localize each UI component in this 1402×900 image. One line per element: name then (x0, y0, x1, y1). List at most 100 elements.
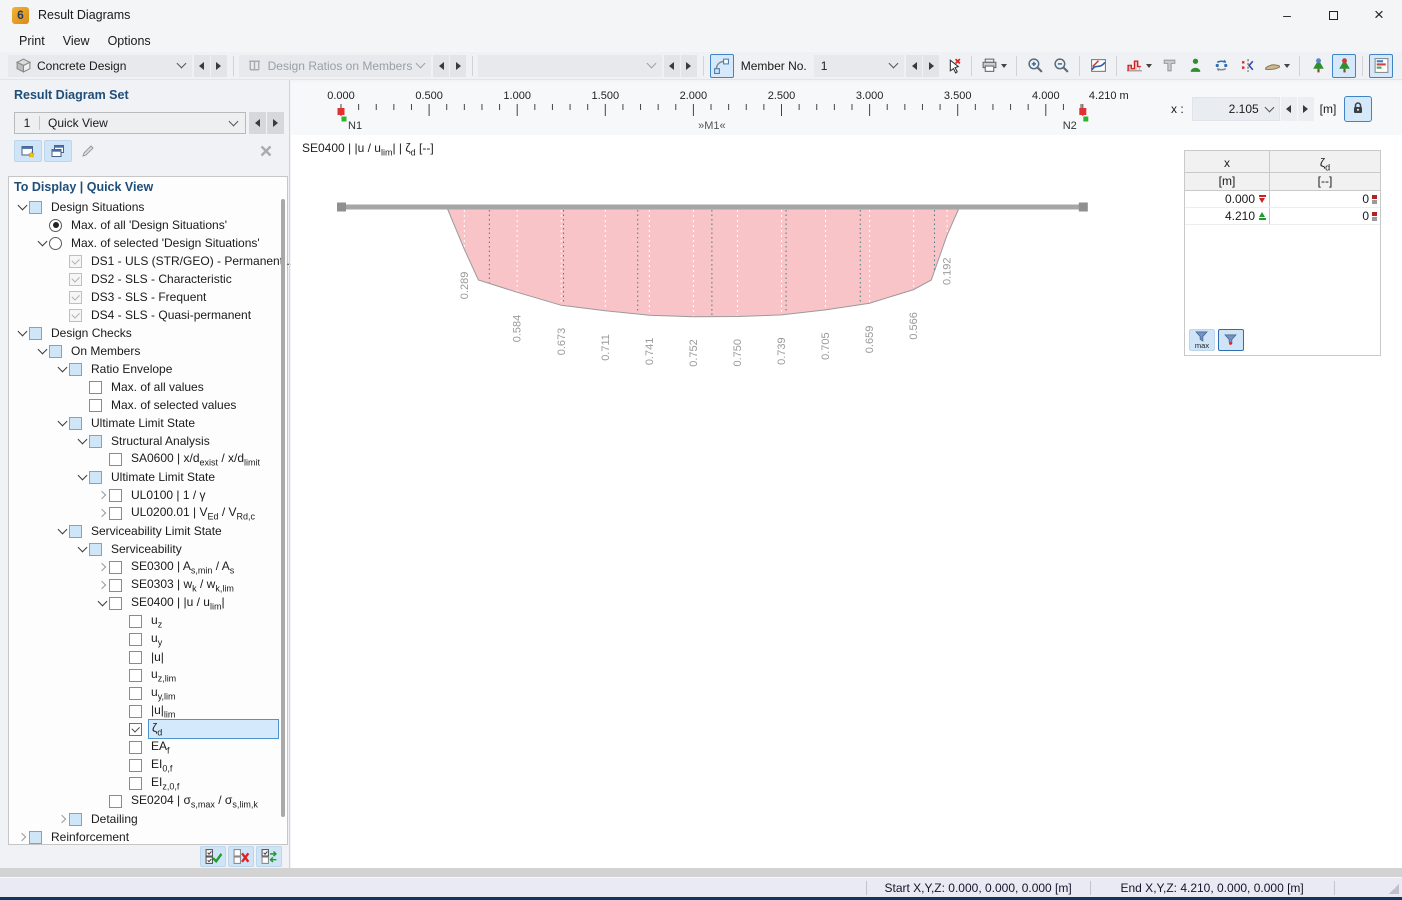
select-all-button[interactable] (200, 846, 226, 867)
tree-item[interactable]: DS2 - SLS - Characteristic (9, 270, 279, 288)
expander-open-icon[interactable] (35, 241, 49, 245)
expander-open-icon[interactable] (35, 349, 49, 353)
print-button[interactable] (978, 54, 1010, 78)
tree-item[interactable]: Reinforcement (9, 828, 279, 846)
checkbox[interactable] (109, 561, 122, 574)
minimize-button[interactable]: – (1264, 0, 1310, 30)
transparency-button[interactable] (1157, 54, 1181, 78)
tree-item[interactable]: EAf (9, 738, 279, 756)
menu-options[interactable]: Options (99, 32, 160, 50)
module-next-button[interactable] (211, 55, 227, 77)
tree-item[interactable]: Serviceability Limit State (9, 522, 279, 540)
checkbox[interactable] (29, 201, 42, 214)
empty-prev-button[interactable] (664, 55, 680, 77)
checkbox[interactable] (89, 435, 102, 448)
maximize-button[interactable] (1310, 0, 1356, 30)
x-next-button[interactable] (1298, 97, 1314, 121)
checkbox[interactable] (69, 525, 82, 538)
checkbox[interactable] (109, 579, 122, 592)
expander-open-icon[interactable] (15, 205, 29, 209)
expander-closed-icon[interactable] (95, 510, 109, 516)
checkbox[interactable] (89, 471, 102, 484)
menu-print[interactable]: Print (10, 32, 54, 50)
tree-item[interactable]: uz (9, 612, 279, 630)
checkbox[interactable] (49, 345, 62, 358)
empty-combobox[interactable] (478, 55, 662, 77)
copy-set-button[interactable] (44, 140, 72, 162)
checkbox[interactable] (129, 615, 142, 628)
tree-item[interactable]: EIz,0,f (9, 774, 279, 792)
tree-item[interactable]: SE0303 | wk / wk,lim (9, 576, 279, 594)
tree-item[interactable]: SE0300 | As,min / As (9, 558, 279, 576)
expander-open-icon[interactable] (75, 439, 89, 443)
deselect-button[interactable] (941, 54, 965, 78)
user-view-button[interactable] (1183, 54, 1207, 78)
checkbox[interactable] (89, 381, 102, 394)
checkbox[interactable] (129, 651, 142, 664)
expander-closed-icon[interactable] (15, 834, 29, 840)
checkbox[interactable] (69, 813, 82, 826)
checkbox[interactable] (129, 777, 142, 790)
member-no-combobox[interactable]: 1 (814, 55, 905, 77)
tree-item[interactable]: Ratio Envelope (9, 360, 279, 378)
tree-item[interactable]: DS4 - SLS - Quasi-permanent (9, 306, 279, 324)
checkbox[interactable] (29, 327, 42, 340)
checkbox[interactable] (129, 633, 142, 646)
checkbox[interactable] (69, 363, 82, 376)
checkbox[interactable] (89, 543, 102, 556)
tree-item[interactable]: UL0200.01 | VEd / VRd,c (9, 504, 279, 522)
expander-open-icon[interactable] (75, 475, 89, 479)
close-button[interactable]: × (1356, 0, 1402, 30)
checkbox[interactable] (109, 507, 122, 520)
tree-item[interactable]: DS1 - ULS (STR/GEO) - Permanent ... (9, 252, 279, 270)
filter-user-button[interactable] (1218, 329, 1244, 351)
expander-closed-icon[interactable] (55, 816, 69, 822)
tree-item[interactable]: Design Checks (9, 324, 279, 342)
rotate-view-button[interactable] (1209, 54, 1233, 78)
radio-button[interactable] (49, 237, 62, 250)
table-row[interactable]: 4.2100 (1185, 208, 1380, 225)
checkbox[interactable] (69, 255, 82, 268)
result-type-combobox[interactable]: Design Ratios on Members (239, 55, 432, 77)
invert-selection-button[interactable] (256, 846, 282, 867)
checkbox[interactable] (129, 741, 142, 754)
new-set-button[interactable] (14, 140, 42, 162)
full-model-view-button[interactable] (1306, 54, 1330, 78)
checkbox[interactable] (109, 597, 122, 610)
table-row[interactable]: 0.0000 (1185, 191, 1380, 208)
expander-open-icon[interactable] (15, 331, 29, 335)
expander-open-icon[interactable] (55, 529, 69, 533)
checkbox[interactable] (109, 795, 122, 808)
result-type-prev-button[interactable] (433, 55, 449, 77)
checkbox[interactable] (129, 669, 142, 682)
checkbox[interactable] (129, 723, 142, 736)
module-prev-button[interactable] (194, 55, 210, 77)
delete-set-button[interactable] (252, 140, 280, 162)
tree-item[interactable]: UL0100 | 1 / γ (9, 486, 279, 504)
tree-item[interactable]: uy,lim (9, 684, 279, 702)
tree-scrollbar[interactable] (281, 199, 285, 817)
tree-item[interactable]: uy (9, 630, 279, 648)
tree-item[interactable]: uz,lim (9, 666, 279, 684)
tree-item[interactable]: Max. of all 'Design Situations' (9, 216, 279, 234)
tree-item[interactable]: On Members (9, 342, 279, 360)
expander-closed-icon[interactable] (95, 492, 109, 498)
tree-item[interactable]: SA0600 | x/dexist / x/dlimit (9, 450, 279, 468)
lock-x-button[interactable] (1344, 96, 1372, 122)
expander-open-icon[interactable] (55, 421, 69, 425)
tree-item[interactable]: DS3 - SLS - Frequent (9, 288, 279, 306)
resize-grip[interactable] (1389, 884, 1399, 894)
expander-closed-icon[interactable] (95, 582, 109, 588)
tree-item[interactable]: SE0204 | σs,max / σs,lim,k (9, 792, 279, 810)
x-prev-button[interactable] (1281, 97, 1297, 121)
checkbox[interactable] (69, 309, 82, 322)
tree-item[interactable]: Ultimate Limit State (9, 468, 279, 486)
menu-view[interactable]: View (54, 32, 99, 50)
tree-item[interactable]: SE0400 | |u / ulim| (9, 594, 279, 612)
checkbox[interactable] (69, 417, 82, 430)
move-diagram-button[interactable] (1086, 54, 1110, 78)
set-prev-button[interactable] (249, 112, 266, 134)
filter-max-button[interactable]: max (1189, 329, 1215, 351)
result-type-next-button[interactable] (450, 55, 466, 77)
member-prev-button[interactable] (906, 55, 922, 77)
